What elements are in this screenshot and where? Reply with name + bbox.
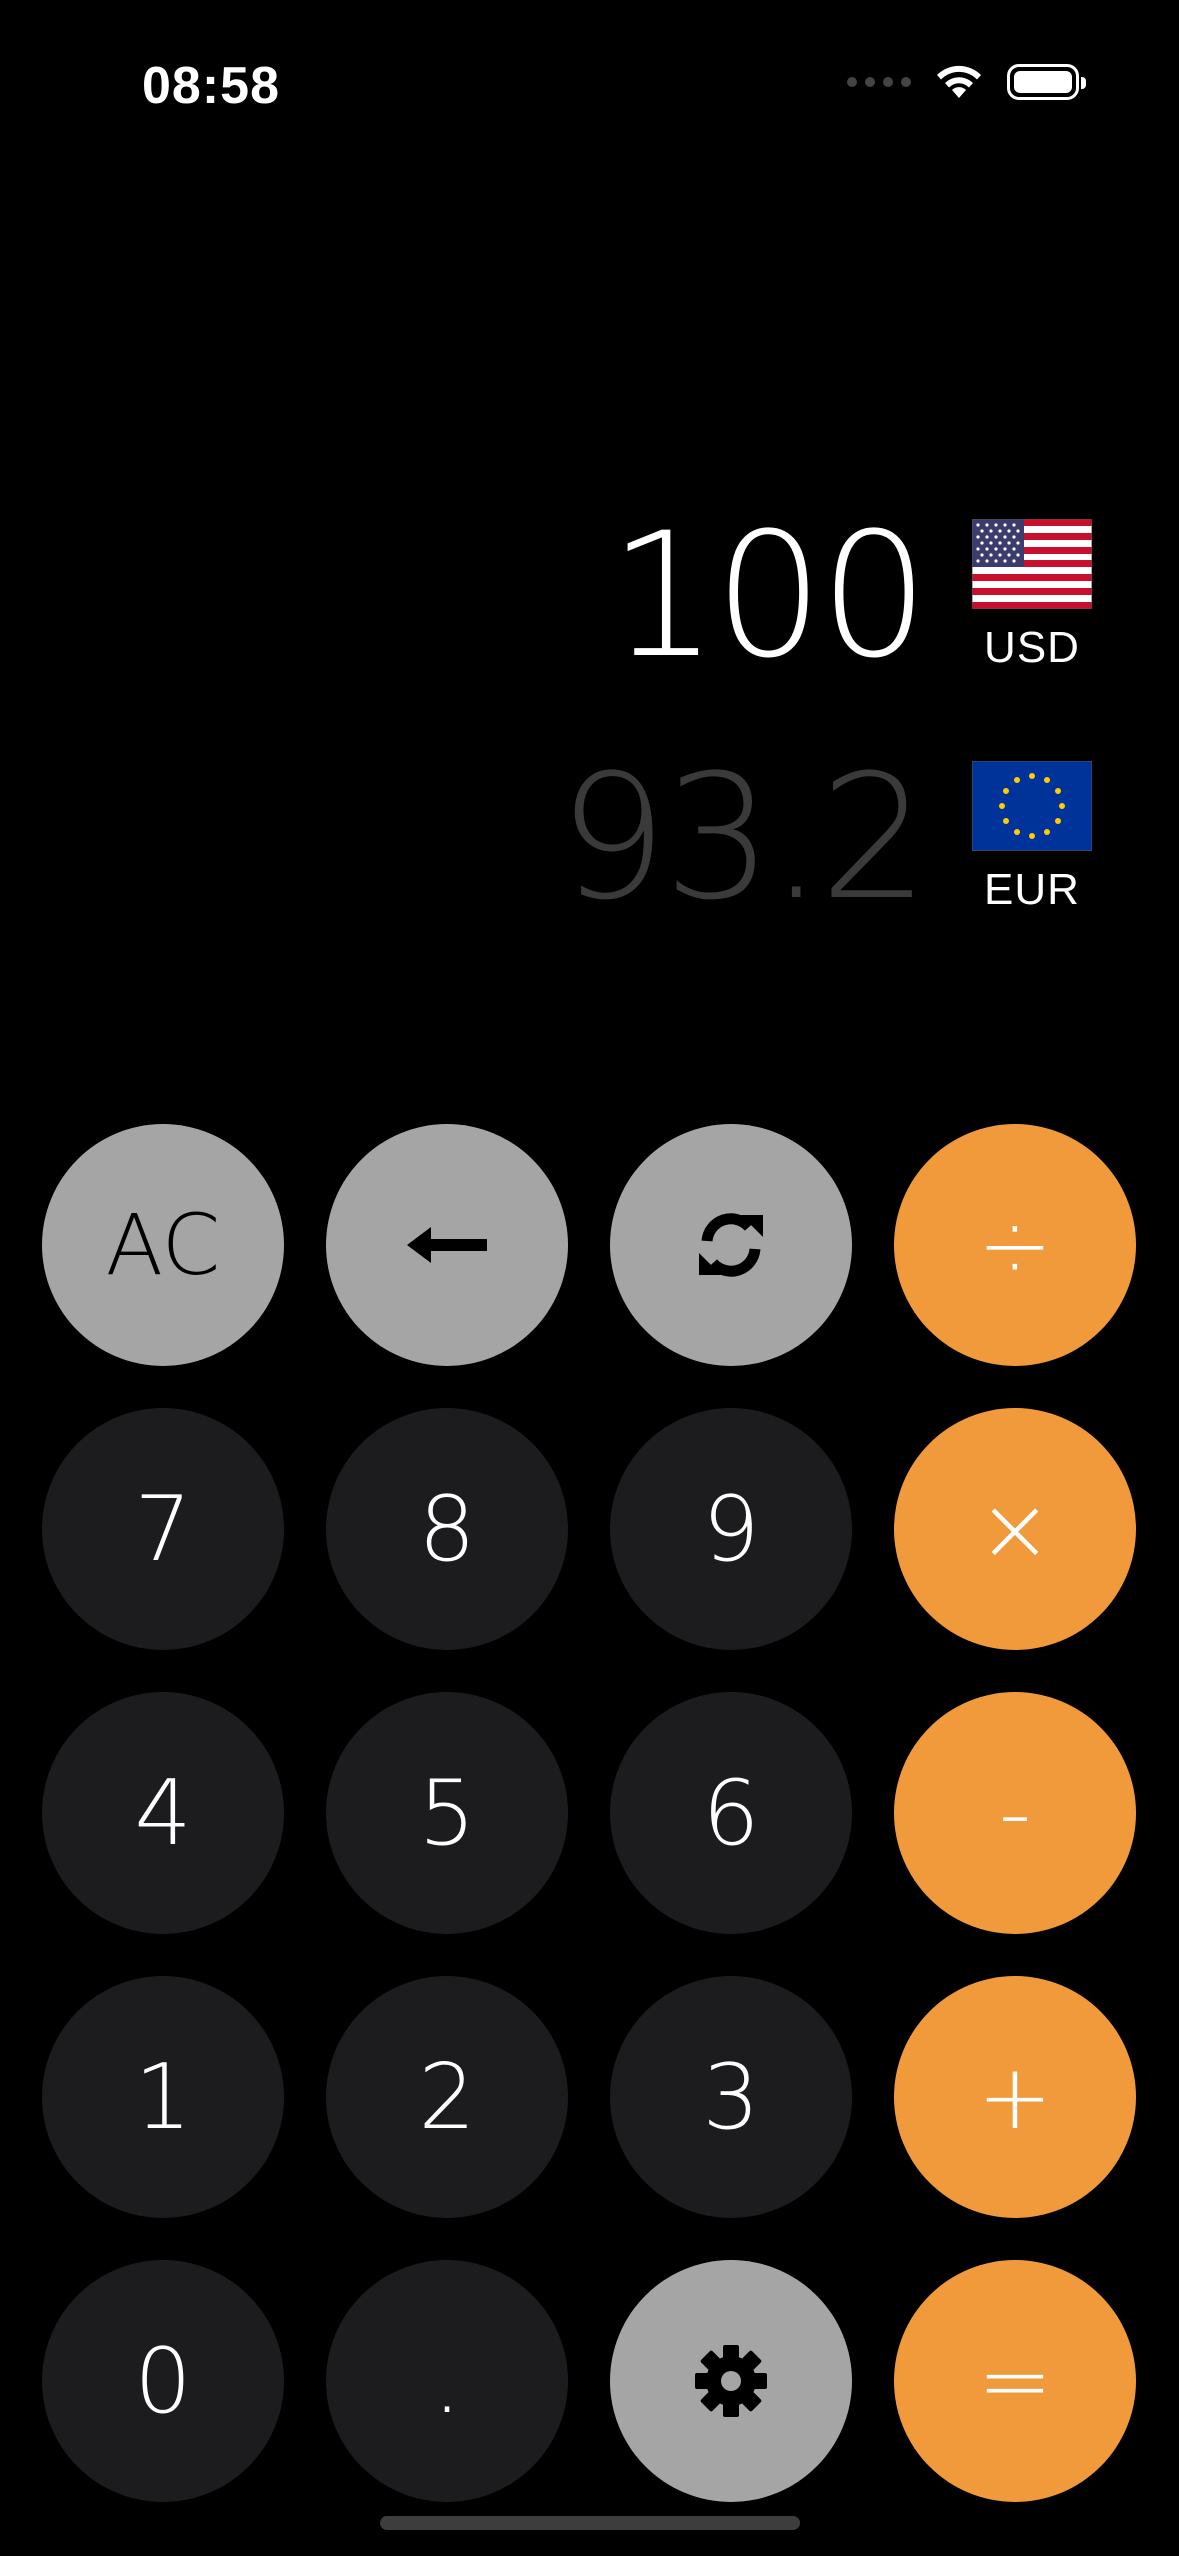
source-currency-code: USD — [984, 623, 1080, 672]
digit-0-button[interactable]: 0 — [42, 2260, 284, 2502]
target-currency-code: EUR — [984, 865, 1080, 914]
digit-1-button[interactable]: 1 — [42, 1976, 284, 2218]
target-amount: 93.2 — [558, 737, 929, 938]
multiply-label: × — [977, 1476, 1053, 1582]
digit-3-label: 3 — [702, 2044, 760, 2150]
status-time: 08:58 — [142, 57, 280, 115]
keypad: AC ÷ 7 8 9 × 4 5 6 - 1 2 3 + 0 . = — [42, 1124, 1136, 2502]
source-currency-selector[interactable]: USD — [971, 519, 1093, 673]
digit-6-label: 6 — [702, 1760, 760, 1866]
equals-label: = — [977, 2328, 1053, 2434]
target-currency-selector[interactable]: EUR — [971, 761, 1093, 915]
source-amount: 100 — [608, 495, 929, 696]
swap-currencies-button[interactable] — [610, 1124, 852, 1366]
gear-icon — [695, 2345, 767, 2417]
add-button[interactable]: + — [894, 1976, 1136, 2218]
multiply-button[interactable]: × — [894, 1408, 1136, 1650]
digit-9-label: 9 — [702, 1476, 760, 1582]
all-clear-button[interactable]: AC — [42, 1124, 284, 1366]
digit-4-button[interactable]: 4 — [42, 1692, 284, 1934]
wifi-icon — [937, 65, 981, 98]
divide-label: ÷ — [977, 1192, 1053, 1298]
digit-7-button[interactable]: 7 — [42, 1408, 284, 1650]
us-flag-icon — [972, 519, 1092, 609]
digit-8-label: 8 — [418, 1476, 476, 1582]
digit-2-button[interactable]: 2 — [326, 1976, 568, 2218]
digit-1-label: 1 — [134, 2044, 192, 2150]
converter-screen: 08:58 100 USD 93.2 EUR AC ÷ 7 8 9 × 4 5 … — [0, 0, 1179, 2556]
digit-9-button[interactable]: 9 — [610, 1408, 852, 1650]
digit-4-label: 4 — [134, 1760, 192, 1866]
all-clear-label: AC — [105, 1196, 221, 1294]
digit-2-label: 2 — [418, 2044, 476, 2150]
refresh-icon — [699, 1213, 763, 1277]
digit-0-label: 0 — [134, 2328, 192, 2434]
decimal-point-label: . — [432, 2328, 462, 2434]
source-currency-row[interactable]: 100 USD — [609, 510, 1093, 682]
signal-dots-icon — [847, 77, 911, 87]
eu-flag-icon — [972, 761, 1092, 851]
decimal-point-button[interactable]: . — [326, 2260, 568, 2502]
home-indicator[interactable] — [380, 2516, 800, 2530]
settings-button[interactable] — [610, 2260, 852, 2502]
equals-button[interactable]: = — [894, 2260, 1136, 2502]
subtract-label: - — [998, 1760, 1032, 1866]
target-currency-row[interactable]: 93.2 EUR — [558, 752, 1093, 924]
status-icons — [847, 62, 1086, 102]
digit-3-button[interactable]: 3 — [610, 1976, 852, 2218]
divide-button[interactable]: ÷ — [894, 1124, 1136, 1366]
digit-6-button[interactable]: 6 — [610, 1692, 852, 1934]
arrow-left-icon — [407, 1227, 487, 1263]
subtract-button[interactable]: - — [894, 1692, 1136, 1934]
backspace-button[interactable] — [326, 1124, 568, 1366]
battery-icon — [1007, 64, 1086, 100]
digit-5-label: 5 — [418, 1760, 476, 1866]
digit-7-label: 7 — [134, 1476, 192, 1582]
digit-8-button[interactable]: 8 — [326, 1408, 568, 1650]
add-label: + — [977, 2044, 1053, 2150]
digit-5-button[interactable]: 5 — [326, 1692, 568, 1934]
